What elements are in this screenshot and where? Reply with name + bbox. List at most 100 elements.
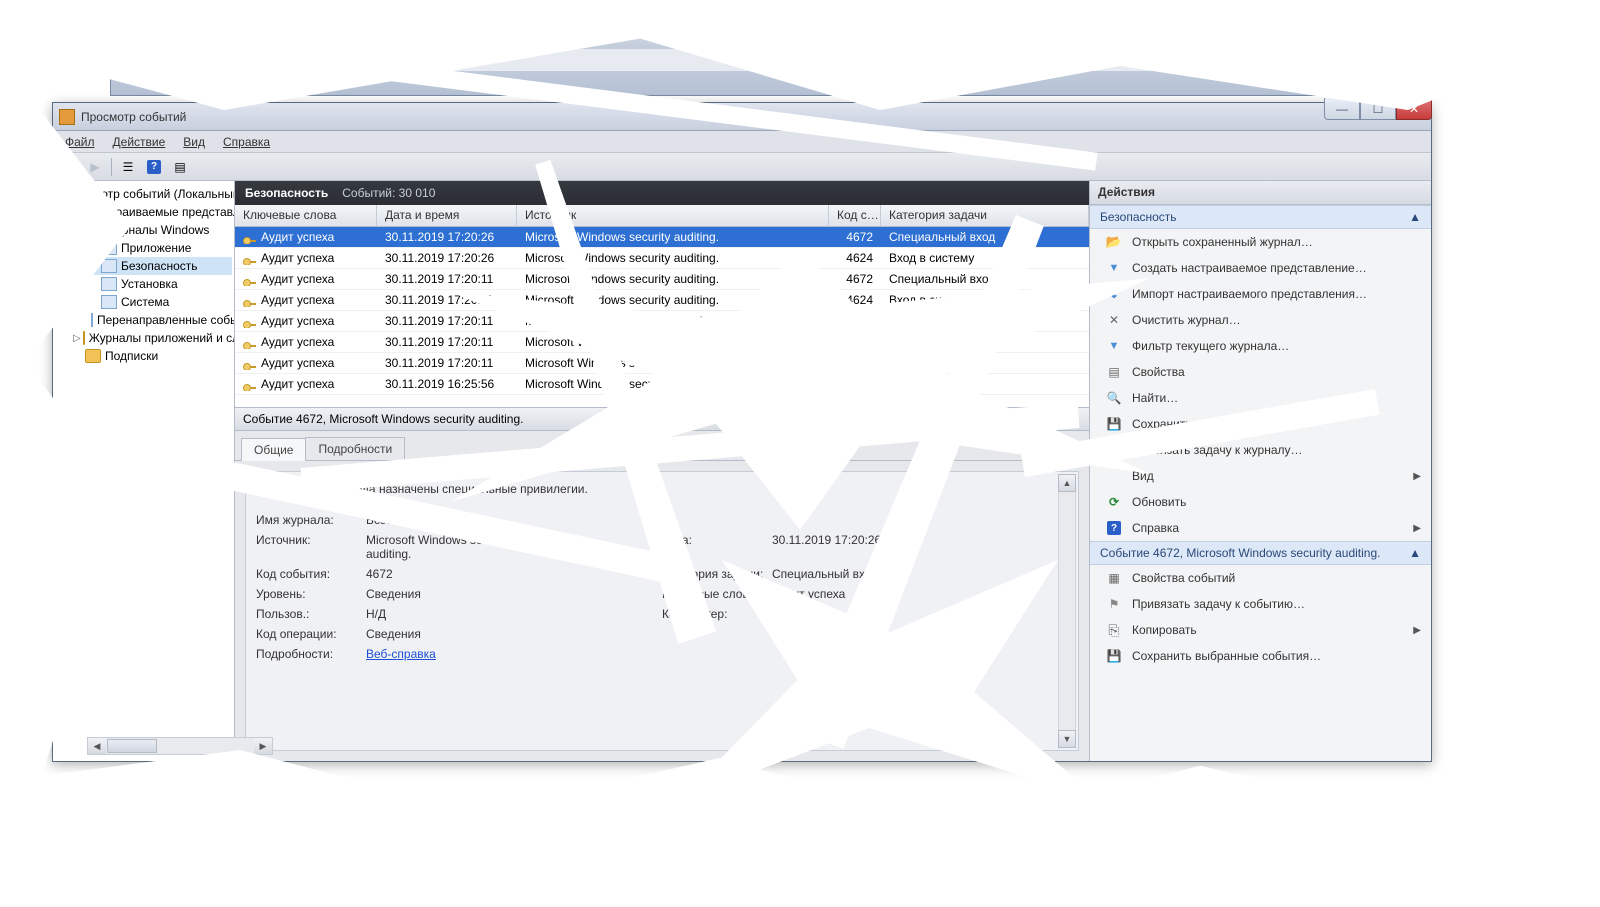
action-item[interactable]: Свойства событий	[1090, 565, 1431, 591]
tree-icon	[83, 205, 85, 219]
tree-item[interactable]: Безопасность	[55, 257, 232, 275]
tree-item[interactable]: ▷Журналы приложений и служб	[55, 329, 232, 347]
tab-details[interactable]: Подробности	[305, 437, 405, 460]
tree-item[interactable]: Приложение	[55, 239, 232, 257]
tree-label: Безопасность	[121, 259, 198, 273]
action-label: Создать настраиваемое представление…	[1132, 261, 1367, 275]
tree-label: Перенаправленные события	[97, 313, 235, 327]
menu-view[interactable]: Вид	[175, 133, 213, 151]
navigation-tree[interactable]: Просмотр событий (Локальный) ▷Настраивае…	[53, 181, 235, 761]
web-help-link[interactable]: Веб-справка	[366, 647, 436, 661]
action-label: Привязать задачу к событию…	[1132, 597, 1305, 611]
toolbar-help-icon[interactable]	[142, 156, 166, 178]
log-count: Событий: 30 010	[342, 186, 435, 200]
tree-label: Система	[121, 295, 169, 309]
action-icon	[1106, 622, 1122, 638]
action-icon	[1106, 312, 1122, 328]
titlebar[interactable]: Просмотр событий — ☐ ✕	[53, 103, 1431, 131]
action-item[interactable]: Сохранить выбранные события…	[1090, 643, 1431, 669]
action-item[interactable]: Копировать▶	[1090, 617, 1431, 643]
toolbar-props-icon[interactable]: ▤	[168, 156, 192, 178]
col-source[interactable]: Источник	[517, 205, 829, 226]
action-icon	[1106, 468, 1122, 484]
root-icon	[59, 187, 61, 201]
action-label: Импорт настраиваемого представления…	[1132, 287, 1367, 301]
action-item[interactable]: Открыть сохраненный журнал…	[1090, 229, 1431, 255]
menu-file[interactable]: Файл	[57, 133, 103, 151]
back-button[interactable]: ◀	[57, 156, 81, 178]
col-datetime[interactable]: Дата и время	[377, 205, 517, 226]
event-grid[interactable]: Аудит успеха30.11.2019 17:20:26Microsoft…	[235, 227, 1089, 407]
action-item[interactable]: Привязать задачу к журналу…	[1090, 437, 1431, 463]
action-item[interactable]: Привязать задачу к событию…	[1090, 591, 1431, 617]
tree-horizontal-scrollbar[interactable]: ◀▶	[87, 737, 273, 755]
log-header: Безопасность Событий: 30 010	[235, 181, 1089, 205]
action-item[interactable]: Обновить	[1090, 489, 1431, 515]
tree-label: Журналы приложений и служб	[89, 331, 235, 345]
action-label: Очистить журнал…	[1132, 313, 1241, 327]
chevron-right-icon: ▶	[1413, 523, 1421, 534]
tree-root[interactable]: Просмотр событий (Локальный)	[55, 185, 232, 203]
scroll-up-icon[interactable]: ▲	[1058, 474, 1076, 492]
tree-item[interactable]: ◢Журналы Windows	[55, 221, 232, 239]
action-item[interactable]: Создать настраиваемое представление…	[1090, 255, 1431, 281]
table-row[interactable]: Аудит успеха30.11.2019 17:20:11Microsoft…	[235, 332, 1089, 353]
detail-scroll[interactable]: ▲ ▼	[1058, 474, 1076, 748]
key-icon	[243, 380, 257, 390]
tree-item[interactable]: Перенаправленные события	[55, 311, 232, 329]
tree-label: Приложение	[121, 241, 191, 255]
tree-icon	[91, 313, 93, 327]
chevron-right-icon: ▶	[1413, 625, 1421, 636]
action-icon	[1106, 338, 1122, 354]
action-item[interactable]: Свойства	[1090, 359, 1431, 385]
window-title: Просмотр событий	[81, 110, 186, 124]
table-row[interactable]: Аудит успеха30.11.2019 17:20:26Microsoft…	[235, 227, 1089, 248]
action-item[interactable]: Справка▶	[1090, 515, 1431, 541]
tree-item[interactable]: Система	[55, 293, 232, 311]
minimize-button[interactable]: —	[1324, 98, 1360, 120]
tree-item[interactable]: Подписки	[55, 347, 232, 365]
collapse-icon[interactable]: ▲	[1409, 210, 1421, 224]
col-event-id[interactable]: Код с…	[829, 205, 881, 226]
detail-close-icon[interactable]: ✕	[1065, 411, 1081, 427]
action-icon	[1106, 390, 1122, 406]
grid-header: Ключевые слова Дата и время Источник Код…	[235, 205, 1089, 227]
col-category[interactable]: Категория задачи	[881, 205, 1089, 226]
table-row[interactable]: Аудит успеха30.11.2019 17:20:26Microsoft…	[235, 248, 1089, 269]
bg-title: тий	[111, 27, 1389, 49]
tree-icon	[83, 331, 85, 345]
detail-tabs: Общие Подробности	[235, 431, 1089, 461]
table-row[interactable]: Аудит успеха30.11.2019 17:20:11Microsoft…	[235, 290, 1089, 311]
col-keywords[interactable]: Ключевые слова	[235, 205, 377, 226]
tree-icon	[101, 241, 117, 255]
action-item[interactable]: Импорт настраиваемого представления…	[1090, 281, 1431, 307]
table-row[interactable]: Аудит успеха30.11.2019 16:25:56Microsoft…	[235, 374, 1089, 395]
tree-icon	[85, 223, 101, 237]
detail-title: Событие 4672, Microsoft Windows security…	[243, 412, 523, 426]
tab-general[interactable]: Общие	[241, 438, 306, 461]
toolbar-action-icon[interactable]: ☰	[116, 156, 140, 178]
table-row[interactable]: Аудит успеха30.11.2019 17:20:11Microsoft…	[235, 353, 1089, 374]
scroll-down-icon[interactable]: ▼	[1058, 730, 1076, 748]
maximize-button[interactable]: ☐	[1360, 98, 1396, 120]
table-row[interactable]: Аудит успеха30.11.2019 17:20:11Microsoft…	[235, 269, 1089, 290]
menu-action[interactable]: Действие	[105, 133, 174, 151]
menu-help[interactable]: Справка	[215, 133, 278, 151]
table-row[interactable]: Аудит успеха30.11.2019 17:20:11Microsoft…	[235, 311, 1089, 332]
collapse-icon[interactable]: ▲	[1409, 546, 1421, 560]
tree-item[interactable]: Установка	[55, 275, 232, 293]
action-item[interactable]: Сохранить все события как…	[1090, 411, 1431, 437]
action-item[interactable]: Вид▶	[1090, 463, 1431, 489]
action-item[interactable]: Фильтр текущего журнала…	[1090, 333, 1431, 359]
action-item[interactable]: Очистить журнал…	[1090, 307, 1431, 333]
close-button[interactable]: ✕	[1396, 98, 1432, 120]
detail-header: Событие 4672, Microsoft Windows security…	[235, 407, 1089, 431]
tree-label: Установка	[121, 277, 178, 291]
forward-button[interactable]: ▶	[83, 156, 107, 178]
action-item[interactable]: Найти…	[1090, 385, 1431, 411]
action-label: Привязать задачу к журналу…	[1132, 443, 1303, 457]
action-icon	[1106, 494, 1122, 510]
action-icon	[1106, 648, 1122, 664]
tree-item[interactable]: ▷Настраиваемые представления	[55, 203, 232, 221]
action-icon	[1106, 442, 1122, 458]
